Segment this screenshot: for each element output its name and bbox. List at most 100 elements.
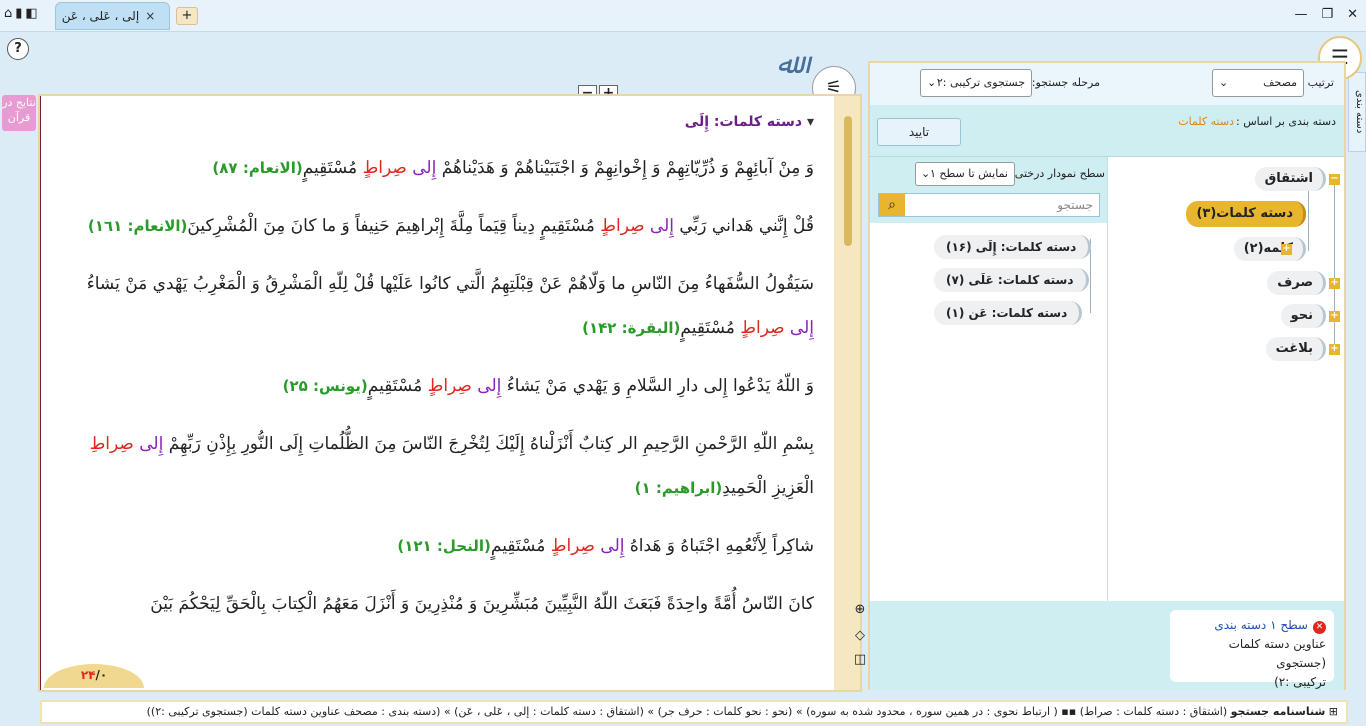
- remove-level-icon[interactable]: ✕: [1313, 621, 1326, 634]
- category-tree: اشتقاق − دسته کلمات(٣) کلمه(٢) + صرف + ن…: [1107, 157, 1344, 601]
- verse-7[interactable]: كانَ النّاسُ أُمَّةً واحِدَةً فَبَعَثَ ا…: [71, 582, 814, 626]
- profile-icon[interactable]: ⊞: [1329, 705, 1338, 718]
- tree-node-word-groups[interactable]: دسته کلمات(٣): [1186, 201, 1306, 227]
- tree-node-word[interactable]: کلمه(٢): [1233, 237, 1306, 261]
- tree-level-value: نمایش تا سطح ١: [929, 167, 1008, 180]
- verse-text: كانَ النّاسُ أُمَّةً واحِدَةً فَبَعَثَ ا…: [150, 594, 814, 614]
- tree-level-label: سطح نمودار درختی:: [1011, 167, 1105, 180]
- highlighted-word: إِلى: [600, 536, 625, 556]
- minimize-icon[interactable]: —: [1294, 7, 1307, 22]
- tree-level-select[interactable]: نمایش تا سطح ١ ⌄: [915, 162, 1015, 186]
- group-title[interactable]: ▾ دسته کلمات: إِلَی: [71, 114, 814, 130]
- verse-text: مُسْتَقِيمٍ دِيناً قِيَماً مِلَّةَ إِبْر…: [187, 216, 601, 236]
- highlighted-word: صِراطِ: [89, 434, 134, 454]
- highlighted-word: إِلى: [649, 216, 674, 236]
- result-item-an[interactable]: دسته کلمات: عَن (١): [934, 301, 1083, 325]
- verse-text: قُلْ إِنَّني‏ هَداني‏ رَبِّي: [674, 216, 814, 236]
- verse-text: سَيَقُولُ السُّفَهاءُ مِنَ النّاسِ ما وَ…: [86, 274, 814, 294]
- level-card-line1: عناوین دسته کلمات (جستجوی: [1228, 637, 1326, 670]
- verse-reference[interactable]: (الانعام: ١٦١): [88, 217, 187, 235]
- expand-icon[interactable]: +: [1329, 278, 1340, 289]
- chevron-down-icon: ⌄: [927, 76, 937, 89]
- sort-select[interactable]: مصحف ⌄: [1212, 69, 1304, 97]
- verse-text: وَ مِنْ آبائِهِمْ وَ ذُرِّيّاتِهِمْ وَ إ…: [436, 158, 814, 178]
- scrollbar-thumb[interactable]: [844, 116, 852, 246]
- search-profile-text: (اشتقاق : دسته کلمات : صراط) ▪▪ ( ارتباط…: [146, 705, 1228, 718]
- window-controls: — ❐ ✕: [1294, 7, 1358, 22]
- expand-icon[interactable]: +: [1281, 244, 1292, 255]
- collapse-triangle-icon[interactable]: ▾: [807, 114, 814, 130]
- verse-text: مُسْتَقِيمٍ: [490, 536, 551, 556]
- verse-5[interactable]: بِسْمِ اللّهِ الرَّحْمنِ الرَّحِيمِ الر …: [71, 422, 814, 510]
- collapse-icon[interactable]: −: [1329, 174, 1340, 185]
- verse-3[interactable]: سَيَقُولُ السُّفَهاءُ مِنَ النّاسِ ما وَ…: [71, 262, 814, 350]
- close-window-icon[interactable]: ✕: [1347, 7, 1358, 22]
- stage-label: مرحله جستجو:: [1031, 76, 1100, 89]
- result-item-ala[interactable]: دسته کلمات: عَلَی (٧): [934, 268, 1089, 292]
- highlighted-word: إِلى: [477, 376, 502, 396]
- verse-6[interactable]: شاكِراً لِأَنْعُمِهِ اجْتَباهُ وَ هَداهُ…: [71, 524, 814, 568]
- tree-node-morphology[interactable]: صرف: [1267, 271, 1326, 295]
- verses-panel: ▾ دسته کلمات: إِلَی وَ مِنْ آبائِهِمْ وَ…: [38, 94, 862, 692]
- verse-text: الْعَزِيزِ الْحَمِيدِ: [722, 478, 814, 498]
- level-card-title: ✕ سطح ١ دسته بندی: [1178, 616, 1326, 635]
- highlighted-word: إِلى: [139, 434, 164, 454]
- classification-panel: ترتیب مصحف ⌄ مرحله جستجو: جستجوی ترکیبی …: [868, 61, 1346, 690]
- add-tab-button[interactable]: +: [176, 7, 198, 25]
- highlighted-word: صِراطٍ: [427, 376, 472, 396]
- results-toolbar: سطح نمودار درختی: نمایش تا سطح ١ ⌄ جستجو…: [870, 157, 1107, 223]
- level-card-line2: ترکیبی :٢): [1274, 675, 1326, 689]
- tree-node-syntax[interactable]: نحو: [1280, 304, 1326, 328]
- verse-4[interactable]: وَ اللّهُ يَدْعُوا إِلى دارِ السَّلامِ و…: [71, 364, 814, 408]
- tree-node-rhetoric[interactable]: بلاغت: [1265, 337, 1326, 361]
- verse-reference[interactable]: (يونس: ٢۵): [283, 377, 368, 395]
- help-button[interactable]: ?: [7, 38, 29, 60]
- verse-reference[interactable]: (النحل: ١٢١): [397, 537, 491, 555]
- panel-header: ترتیب مصحف ⌄ مرحله جستجو: جستجوی ترکیبی …: [870, 63, 1344, 105]
- expand-icon[interactable]: +: [1329, 311, 1340, 322]
- classify-value[interactable]: دسته کلمات: [1178, 115, 1234, 128]
- tab-search-results[interactable]: × إلی ، عَلی ، عَن: [55, 2, 170, 30]
- highlighted-word: صِراطٍ: [362, 158, 407, 178]
- confirm-button[interactable]: تایید: [877, 118, 961, 146]
- verse-reference[interactable]: (الانعام: ٨٧): [212, 159, 302, 177]
- quran-results-label[interactable]: نتایج در قرآن: [2, 95, 36, 131]
- expand-icon[interactable]: +: [1329, 344, 1340, 355]
- verse-text: وَ اللّهُ يَدْعُوا إِلى دارِ السَّلامِ و…: [501, 376, 814, 396]
- highlighted-word: صِراطٍ: [740, 318, 785, 338]
- tab-close-icon[interactable]: ×: [145, 9, 155, 23]
- level-title-text: سطح ١ دسته بندی: [1214, 618, 1308, 632]
- verse-reference[interactable]: (البقرة: ١۴٢): [582, 319, 680, 337]
- verses-list: ▾ دسته کلمات: إِلَی وَ مِنْ آبائِهِمْ وَ…: [40, 96, 834, 690]
- home-icon[interactable]: ⌂: [4, 6, 12, 21]
- sort-value: مصحف: [1263, 76, 1297, 89]
- top-left-tools: ⌂ ▮ ◧: [4, 6, 38, 21]
- verse-reference[interactable]: (ابراهيم: ١): [635, 479, 723, 497]
- expand-arrows-icon[interactable]: ◇: [849, 627, 871, 645]
- zoom-in-tree-icon[interactable]: ⊕: [849, 601, 871, 619]
- collapse-view-icon[interactable]: ◫: [849, 651, 871, 669]
- classification-side-tab[interactable]: دسته بندی: [1348, 72, 1366, 152]
- book-icon[interactable]: ▮: [15, 6, 22, 21]
- classify-bar: دسته بندی بر اساس : دسته کلمات تایید: [870, 105, 1344, 157]
- verse-text: مُسْتَقِيمٍ: [367, 376, 428, 396]
- verse-1[interactable]: وَ مِنْ آبائِهِمْ وَ ذُرِّيّاتِهِمْ وَ إ…: [71, 146, 814, 190]
- stage-select[interactable]: جستجوی ترکیبی :٢ ⌄: [920, 69, 1032, 97]
- verse-2[interactable]: قُلْ إِنَّني‏ هَداني‏ رَبِّي إِلى صِراطٍ…: [71, 204, 814, 248]
- search-icon[interactable]: ⌕: [879, 194, 905, 216]
- sidebar-toggle-icon[interactable]: ◧: [25, 6, 37, 21]
- verse-text: مُسْتَقِيمٍ: [302, 158, 363, 178]
- result-item-ela[interactable]: دسته کلمات: إِلَی (١۶): [934, 235, 1092, 259]
- page-total: ٢۴: [80, 668, 96, 682]
- search-profile-label: شناسنامه جستجو: [1230, 705, 1326, 718]
- tree-sub-connector: [1308, 191, 1309, 251]
- search-profile-bar: ⊞ شناسنامه جستجو (اشتقاق : دسته کلمات : …: [40, 700, 1348, 724]
- highlighted-word: إِلى: [789, 318, 814, 338]
- search-input[interactable]: جستجو ⌕: [878, 193, 1100, 217]
- sort-label: ترتیب: [1307, 76, 1334, 89]
- page-current: ٠: [99, 668, 108, 682]
- stage-value: جستجوی ترکیبی :٢: [936, 76, 1025, 89]
- restore-icon[interactable]: ❐: [1321, 7, 1333, 22]
- verse-text: مُسْتَقِيمٍ: [680, 318, 741, 338]
- tree-node-derivation[interactable]: اشتقاق: [1254, 167, 1326, 191]
